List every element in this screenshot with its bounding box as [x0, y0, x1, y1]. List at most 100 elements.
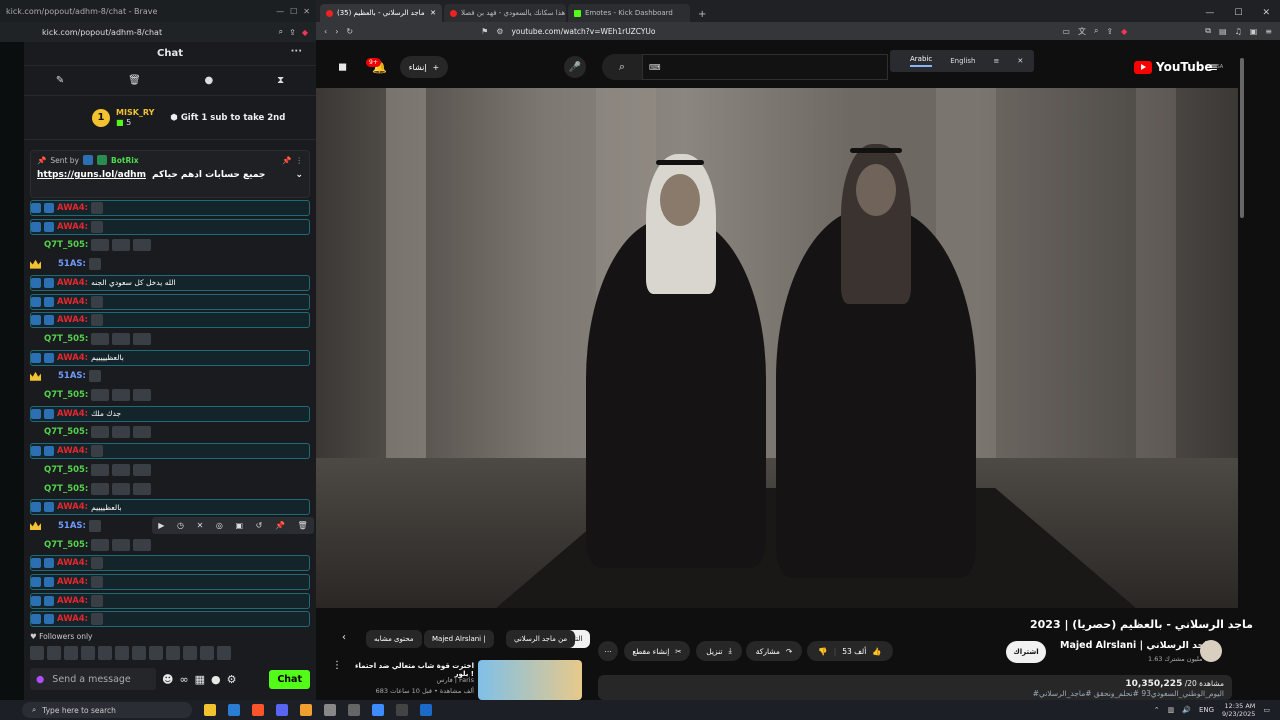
language-indicator[interactable]: ENG [1199, 706, 1214, 714]
chat-message[interactable]: AWA4: [30, 293, 310, 310]
cast-icon[interactable]: ▭ [1062, 27, 1070, 36]
description-box[interactable]: مشاهدة 20/ 10,350,225 #اليوم_الوطني_السع… [598, 675, 1232, 700]
recommended-channel[interactable]: فارس | Faris [350, 675, 474, 686]
trash-icon[interactable]: 🗑 [298, 521, 308, 530]
hashtags[interactable]: #اليوم_الوطني_السعودي93 #نحلم_ونحقق #ماج… [606, 689, 1224, 698]
reply-icon[interactable]: ◎ [216, 521, 223, 530]
pinned-more-icon[interactable]: ⋮ [296, 156, 304, 165]
chat-message[interactable]: AWA4: [30, 611, 310, 628]
chip-similar[interactable]: محتوى مشابه [366, 630, 422, 648]
chat-username[interactable]: AWA4: [57, 596, 88, 606]
emote[interactable] [217, 646, 231, 660]
reload-icon[interactable]: ↻ [346, 27, 353, 36]
chat-message[interactable]: AWA4: [30, 312, 310, 329]
tab-kick-dashboard[interactable]: Emotes - Kick Dashboard [568, 4, 690, 22]
chat-username[interactable]: AWA4: [57, 315, 88, 325]
mute-icon[interactable]: ✕ [197, 521, 204, 530]
video-player[interactable] [316, 88, 1238, 608]
app-icon[interactable] [348, 704, 360, 716]
app-icon[interactable] [372, 704, 384, 716]
page-scrollbar[interactable] [1240, 58, 1244, 218]
search-input[interactable]: ⌨ [642, 54, 888, 80]
sidebar-icon[interactable]: ▤ [1219, 27, 1227, 36]
like-icon[interactable]: 👍 [872, 647, 881, 656]
store-icon[interactable] [228, 704, 240, 716]
more-actions-icon[interactable]: ⋯ [598, 641, 618, 661]
maximize-icon[interactable]: ☐ [290, 7, 297, 16]
infinity-icon[interactable]: ∞ [179, 673, 188, 686]
message-input[interactable]: ● Send a message [30, 668, 156, 690]
guide-menu-icon[interactable]: ≡ [1208, 60, 1218, 74]
download-button[interactable]: تنزيل ⤓ [696, 641, 742, 661]
leader-name[interactable]: MISK_RY [116, 108, 154, 118]
chat-message[interactable]: Q7T_505: [30, 537, 310, 553]
pinned-link[interactable]: https://guns.lol/adhm [37, 170, 146, 180]
more-options-icon[interactable]: ··· [291, 46, 302, 57]
translate-icon[interactable]: 文 [1078, 26, 1086, 37]
chat-icon[interactable]: ● [211, 673, 221, 686]
chat-message[interactable]: AWA4: بالعظييييم [30, 499, 310, 516]
site-info-icon[interactable]: ⚙ [496, 27, 503, 36]
voice-search-icon[interactable]: 🎤 [564, 56, 586, 78]
chat-message[interactable]: AWA4: [30, 574, 310, 590]
create-button[interactable]: إنشاء + [400, 56, 448, 78]
chat-message[interactable]: AWA4: [30, 218, 310, 235]
like-count[interactable]: 53 ألف [842, 647, 866, 656]
chat-username[interactable]: 51AS: [58, 259, 86, 269]
close-icon[interactable]: ✕ [1262, 8, 1270, 18]
popout-url[interactable]: kick.com/popout/adhm-8/chat [42, 28, 162, 37]
pin-message-icon[interactable]: 📌 [275, 521, 285, 530]
chat-username[interactable]: AWA4: [57, 297, 88, 307]
share-button[interactable]: مشاركة ↷ [746, 641, 802, 661]
chat-message[interactable]: AWA4: [30, 200, 310, 216]
chat-message[interactable]: AWA4: بالعظيييييم [30, 349, 310, 366]
wallet-icon[interactable]: ▣ [1250, 27, 1258, 36]
chip-from-channel[interactable]: من ماجد الرسلاني [506, 630, 576, 648]
chat-username[interactable]: AWA4: [57, 577, 88, 587]
chat-username[interactable]: 51AS: [58, 371, 86, 381]
share-icon[interactable]: ⇪ [289, 28, 296, 37]
store-icon[interactable]: ▦ [195, 673, 205, 686]
chat-username[interactable]: Q7T_505: [44, 484, 88, 494]
chat-message[interactable]: AWA4: جدك ملك [30, 405, 310, 422]
chat-message[interactable]: AWA4: [30, 443, 310, 460]
chat-username[interactable]: AWA4: [57, 409, 88, 419]
translate-menu-icon[interactable]: ≡ [993, 57, 999, 65]
channel-avatar[interactable] [1200, 640, 1222, 662]
copy-icon[interactable]: ▣ [236, 521, 244, 530]
brave-shield-icon[interactable]: ◆ [302, 28, 308, 37]
tray-chevron-icon[interactable]: ⌃ [1154, 706, 1160, 714]
chat-message[interactable]: Q7T_505: [30, 424, 310, 440]
recommended-thumbnail[interactable] [478, 660, 582, 700]
unpin-icon[interactable]: 📌 [282, 156, 291, 165]
emoji-icon[interactable]: ☻ [162, 673, 173, 686]
chat-message[interactable]: 51AS: [30, 256, 310, 272]
menu-icon[interactable]: ≡ [1265, 27, 1272, 36]
minimize-icon[interactable]: — [276, 7, 284, 16]
play-icon[interactable]: ▶ [158, 521, 164, 530]
pinned-bot-name[interactable]: BotRix [111, 156, 139, 165]
mic-icon[interactable]: ● [36, 674, 44, 685]
chip-channel[interactable]: Majed Alrslani | [424, 630, 494, 648]
brave-shield-icon[interactable]: ◆ [1121, 27, 1127, 36]
chat-message[interactable]: AWA4: [30, 592, 310, 609]
chat-bubble-icon[interactable]: ● [205, 75, 214, 86]
delete-icon[interactable]: 🗑 [128, 75, 141, 86]
chat-message[interactable]: Q7T_505: [30, 331, 310, 347]
avatar[interactable]: ◼ [338, 60, 347, 73]
chat-username[interactable]: AWA4: [57, 558, 88, 568]
chat-username[interactable]: Q7T_505: [44, 390, 88, 400]
chat-username[interactable]: AWA4: [57, 614, 88, 624]
volume-icon[interactable]: 🔊 [1182, 706, 1191, 714]
zoom-icon[interactable]: ⌕ [279, 27, 283, 37]
chat-message[interactable]: Q7T_505: [30, 387, 310, 403]
maximize-icon[interactable]: ☐ [1234, 8, 1242, 18]
gift-sub-button[interactable]: ⬢ Gift 1 sub to take 2nd [170, 113, 285, 123]
pin-icon[interactable]: ✎ [56, 75, 64, 86]
emote[interactable] [98, 646, 112, 660]
chat-message[interactable]: AWA4: الله يدخل كل سعودي الجنه [30, 274, 310, 291]
chat-username[interactable]: Q7T_505: [44, 465, 88, 475]
steam-icon[interactable] [420, 704, 432, 716]
app-icon[interactable] [324, 704, 336, 716]
notification-center-icon[interactable]: ▭ [1263, 706, 1270, 714]
